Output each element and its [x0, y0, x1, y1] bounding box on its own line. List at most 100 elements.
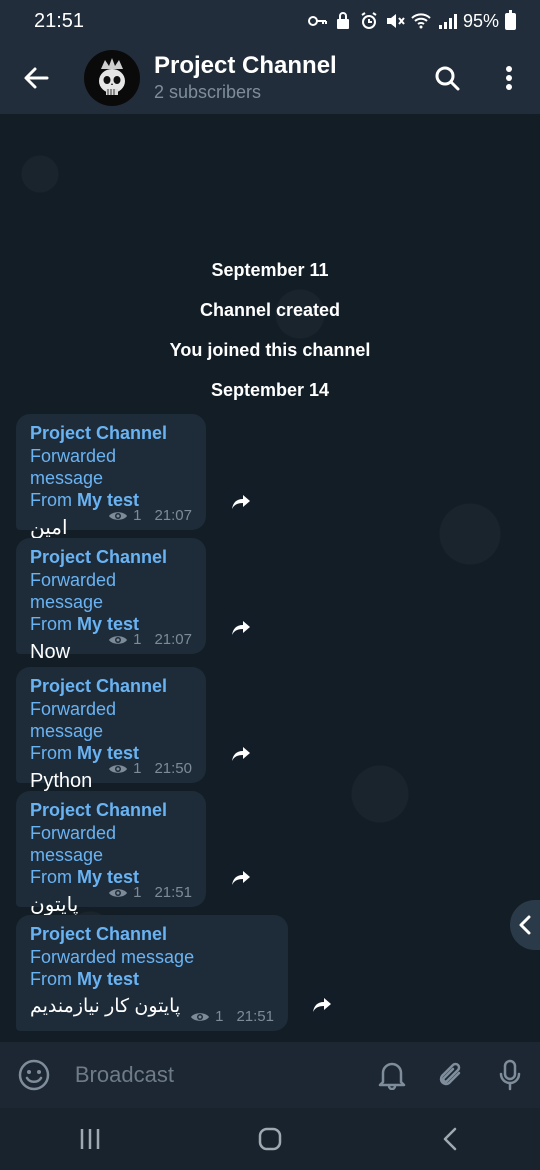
paperclip-icon — [440, 1062, 461, 1086]
forwarded-from[interactable]: From My test — [30, 968, 274, 990]
message-bubble[interactable]: Project Channel Forwarded message From M… — [16, 667, 206, 792]
message-meta: 1 21:07 — [108, 507, 192, 524]
system-nav-bar — [0, 1108, 540, 1170]
message-meta: 1 21:07 — [108, 631, 192, 648]
forwarded-label: Forwarded message — [30, 947, 195, 967]
side-panel-handle[interactable] — [510, 900, 540, 950]
forwarded-label: Forwarded message — [30, 446, 117, 488]
share-arrow-icon — [232, 495, 250, 509]
skull-king-icon — [99, 58, 125, 95]
view-count: 1 — [133, 760, 142, 777]
status-time: 21:51 — [34, 9, 85, 32]
from-prefix: From — [30, 490, 77, 510]
view-count: 1 — [215, 1008, 224, 1025]
recent-apps-button[interactable] — [40, 1108, 140, 1170]
service-message: Channel created — [199, 300, 341, 320]
date-separator: September 11 — [211, 260, 329, 280]
view-count: 1 — [133, 631, 142, 648]
from-name: My test — [77, 969, 140, 989]
wifi-icon — [411, 13, 431, 29]
eye-icon — [109, 635, 128, 644]
emoji-button[interactable] — [0, 1042, 69, 1108]
eye-icon — [109, 764, 128, 773]
channel-title: Project Channel — [154, 52, 337, 79]
more-button[interactable] — [478, 42, 540, 114]
message-meta: 1 21:50 — [108, 760, 192, 777]
message-meta: 1 21:51 — [190, 1008, 274, 1025]
silent-broadcast-button[interactable] — [363, 1042, 422, 1108]
share-button[interactable] — [303, 986, 341, 1024]
search-icon — [435, 66, 460, 91]
back-nav-button[interactable] — [400, 1108, 500, 1170]
chat-header: Project Channel 2 subscribers — [0, 42, 540, 114]
attach-button[interactable] — [422, 1042, 481, 1108]
avatar[interactable] — [84, 50, 140, 106]
more-vertical-icon — [506, 66, 512, 90]
broadcast-input[interactable] — [68, 1042, 363, 1108]
input-bar — [0, 1042, 540, 1108]
chat-area[interactable]: September 11 Channel created You joined … — [0, 114, 540, 1042]
forwarded-label: Forwarded message — [30, 570, 117, 612]
message-meta: 1 21:51 — [108, 884, 192, 901]
message-bubble[interactable]: Project Channel Forwarded message From M… — [16, 414, 206, 539]
message-sender: Project Channel — [30, 800, 168, 820]
search-button[interactable] — [416, 42, 478, 114]
message-row: Project Channel Forwarded message From M… — [16, 915, 288, 1031]
share-arrow-icon — [232, 747, 250, 761]
chevron-left-icon — [443, 1127, 457, 1151]
chevron-left-icon — [519, 915, 531, 935]
message-time: 21:51 — [154, 884, 192, 901]
eye-icon — [109, 888, 128, 897]
battery-icon — [505, 9, 516, 30]
recent-apps-icon — [80, 1129, 100, 1149]
home-button[interactable] — [220, 1108, 320, 1170]
eye-icon — [191, 1012, 210, 1021]
share-button[interactable] — [222, 609, 260, 647]
message-bubble[interactable]: Project Channel Forwarded message From M… — [16, 915, 288, 1031]
message-sender: Project Channel — [30, 547, 168, 567]
share-arrow-icon — [232, 871, 250, 885]
service-message: You joined this channel — [169, 340, 371, 360]
title-block[interactable]: Project Channel 2 subscribers — [154, 52, 416, 104]
subscriber-count: 2 subscribers — [154, 82, 262, 102]
share-arrow-icon — [313, 998, 331, 1012]
message-text: پایتون کار نیازمندیم — [30, 996, 181, 1017]
share-button[interactable] — [222, 859, 260, 897]
forwarded-label: Forwarded message — [30, 823, 117, 865]
message-bubble[interactable]: Project Channel Forwarded message From M… — [16, 791, 206, 916]
from-prefix: From — [30, 867, 77, 887]
message-bubble[interactable]: Project Channel Forwarded message From M… — [16, 538, 206, 663]
lock-icon — [336, 12, 349, 29]
view-count: 1 — [133, 507, 142, 524]
from-prefix: From — [30, 743, 77, 763]
status-bar: 21:51 95% — [0, 0, 540, 42]
from-prefix: From — [30, 969, 77, 989]
message-time: 21:07 — [154, 507, 192, 524]
share-button[interactable] — [222, 735, 260, 773]
status-icons: 95% — [307, 9, 516, 32]
key-icon — [307, 16, 327, 26]
message-row: Project Channel Forwarded message From M… — [16, 667, 206, 792]
voice-button[interactable] — [481, 1042, 540, 1108]
from-prefix: From — [30, 614, 77, 634]
eye-icon — [109, 511, 128, 520]
signal-icon — [438, 14, 457, 29]
microphone-icon — [500, 1059, 521, 1091]
forwarded-label: Forwarded message — [30, 699, 117, 741]
emoji-icon — [19, 1059, 50, 1091]
mute-icon — [386, 14, 405, 28]
view-count: 1 — [133, 884, 142, 901]
share-arrow-icon — [232, 621, 250, 635]
message-row: Project Channel Forwarded message From M… — [16, 538, 206, 663]
alarm-icon — [361, 12, 377, 29]
battery-percent: 95% — [462, 10, 499, 31]
message-row: Project Channel Forwarded message From M… — [16, 414, 206, 539]
message-time: 21:07 — [154, 631, 192, 648]
share-button[interactable] — [222, 483, 260, 521]
message-time: 21:50 — [154, 760, 192, 777]
message-row: Project Channel Forwarded message From M… — [16, 791, 206, 916]
date-separator: September 14 — [210, 380, 330, 400]
message-time: 21:51 — [236, 1008, 274, 1025]
back-button[interactable] — [0, 42, 72, 114]
message-sender: Project Channel — [30, 676, 168, 696]
